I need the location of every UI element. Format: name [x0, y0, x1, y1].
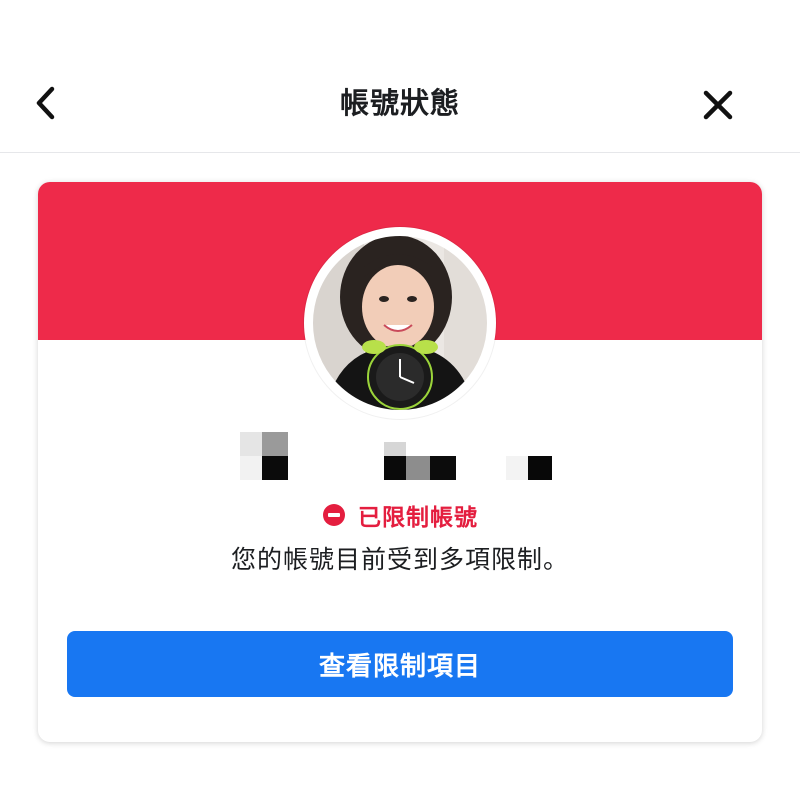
restricted-icon [323, 504, 345, 526]
profile-avatar [304, 227, 496, 419]
redacted-username [238, 432, 568, 482]
status-label: 已限制帳號 [358, 505, 478, 531]
close-icon [703, 90, 733, 120]
back-button[interactable] [24, 78, 68, 128]
page-title: 帳號狀態 [339, 86, 460, 120]
account-status: 已限制帳號 [38, 498, 762, 532]
profile-photo [308, 231, 492, 415]
chevron-left-icon [36, 86, 55, 120]
view-restrictions-button[interactable]: 查看限制項目 [67, 631, 733, 697]
restriction-message: 您的帳號目前受到多項限制。 [230, 545, 569, 574]
top-navigation-bar: 帳號狀態 [0, 0, 800, 153]
account-status-card: 已限制帳號 您的帳號目前受到多項限制。 查看限制項目 [38, 182, 762, 742]
close-button[interactable] [694, 80, 742, 130]
account-status-page: 帳號狀態 已限制帳號 您的帳號目前受到多項限制。 查看限制項目 [0, 0, 800, 800]
